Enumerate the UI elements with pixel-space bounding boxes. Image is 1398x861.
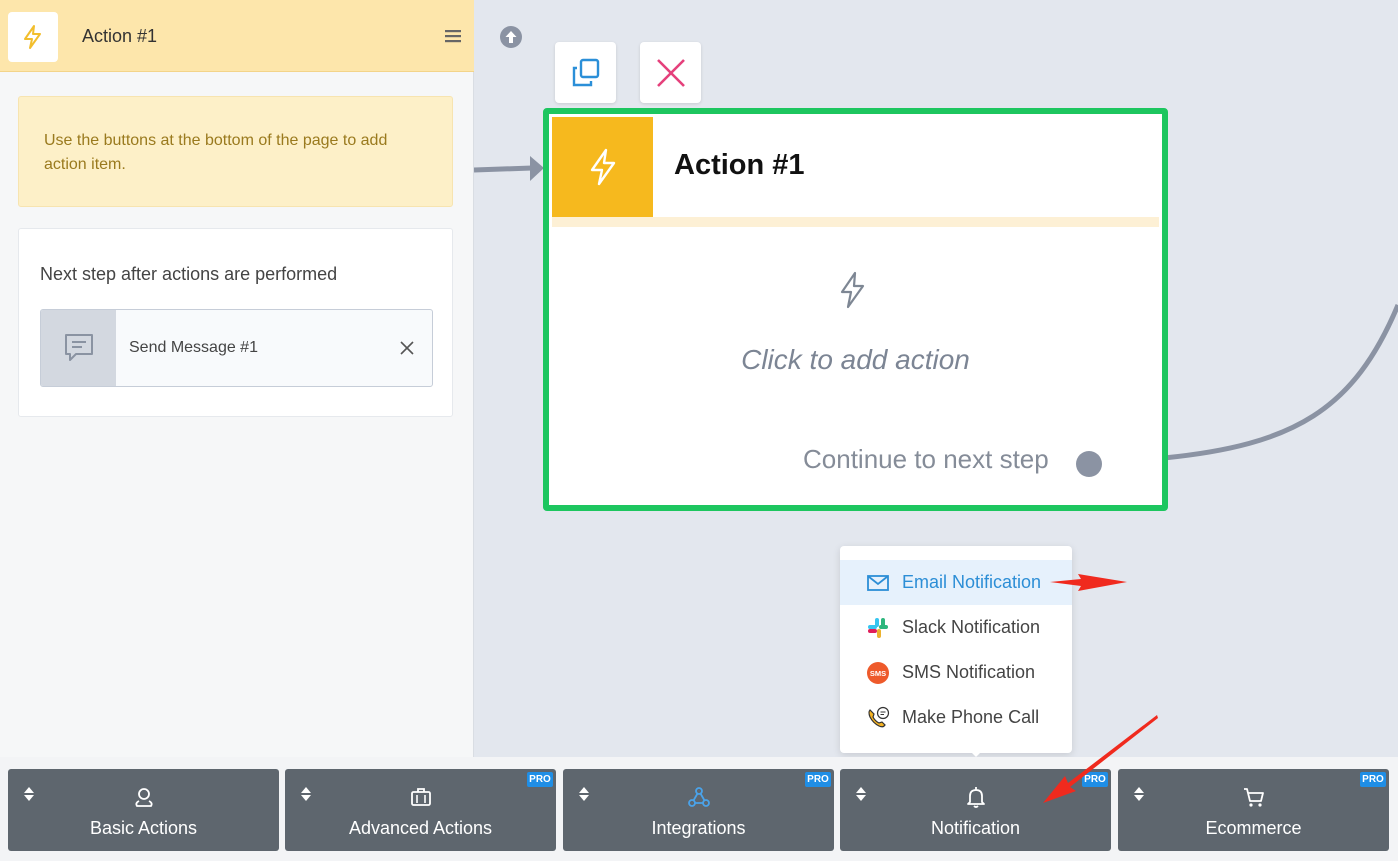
- action-settings-panel: Action #1 Use the buttons at the bottom …: [0, 0, 474, 757]
- panel-title: Action #1: [82, 26, 158, 46]
- sms-icon: SMS: [866, 661, 890, 685]
- menu-item-make-phone-call[interactable]: Make Phone Call: [840, 695, 1072, 740]
- add-action-link[interactable]: Click to add action: [549, 344, 1162, 376]
- menu-icon[interactable]: [444, 27, 462, 45]
- duplicate-button[interactable]: [555, 42, 616, 103]
- notification-button[interactable]: Notification PRO: [840, 769, 1111, 851]
- copy-icon: [572, 58, 599, 86]
- sort-icon: [579, 787, 589, 801]
- arrow-up-circle-icon[interactable]: [499, 25, 523, 49]
- flow-canvas[interactable]: Action #1 Click to add action Continue t…: [474, 0, 1398, 757]
- slack-icon: [866, 616, 890, 640]
- incoming-arrowhead: [530, 156, 544, 181]
- svg-text:SMS: SMS: [870, 669, 886, 678]
- toolbar-button-label: Ecommerce: [1205, 818, 1302, 838]
- action-node-icon-box: [552, 117, 653, 217]
- pro-badge: PRO: [1360, 772, 1386, 787]
- pro-badge: PRO: [527, 772, 553, 787]
- webhook-icon: [687, 787, 710, 807]
- toolbar-button-label: Basic Actions: [89, 818, 198, 838]
- action-node[interactable]: Action #1 Click to add action Continue t…: [543, 108, 1168, 511]
- next-step-item[interactable]: Send Message #1: [40, 309, 433, 387]
- phone-call-icon: [866, 706, 890, 730]
- next-step-card: Next step after actions are performed Se…: [18, 228, 453, 417]
- outgoing-connector: [1163, 304, 1398, 461]
- delete-button[interactable]: [640, 42, 701, 103]
- close-icon: [656, 58, 685, 87]
- action-node-title: Action #1: [674, 149, 805, 181]
- action-toolbar: Basic Actions Advanced Actions PRO Integ…: [0, 757, 1398, 861]
- menu-item-slack-notification[interactable]: Slack Notification: [840, 605, 1072, 650]
- lightning-icon: [24, 25, 41, 49]
- toolbar-button-label: Advanced Actions: [348, 818, 493, 838]
- menu-item-label: Make Phone Call: [902, 707, 1040, 727]
- cart-icon: [1243, 788, 1264, 807]
- briefcase-icon: [410, 788, 431, 806]
- dropdown-pointer: [969, 750, 983, 757]
- advanced-actions-button[interactable]: Advanced Actions PRO: [285, 769, 556, 851]
- toolbar-button-label: Notification: [930, 818, 1021, 838]
- mail-icon: [866, 571, 890, 595]
- basic-actions-button[interactable]: Basic Actions: [8, 769, 279, 851]
- pro-badge: PRO: [1082, 772, 1108, 787]
- sort-icon: [301, 787, 311, 801]
- connector-handle[interactable]: [1076, 451, 1102, 477]
- integrations-button[interactable]: Integrations PRO: [563, 769, 834, 851]
- menu-item-email-notification[interactable]: Email Notification: [840, 560, 1072, 605]
- panel-header: Action #1: [0, 0, 474, 72]
- sort-icon: [24, 787, 34, 801]
- hint-notice: Use the buttons at the bottom of the pag…: [18, 96, 453, 207]
- action-node-header: Action #1: [552, 117, 1159, 217]
- notification-dropdown: Email Notification Slack Notification SM…: [840, 546, 1072, 753]
- continue-label: Continue to next step: [803, 444, 1049, 474]
- location-pin-icon: [134, 788, 153, 807]
- message-icon-box: [41, 310, 116, 386]
- toolbar-button-label: Integrations: [651, 818, 746, 838]
- action-type-icon-box: [8, 12, 58, 62]
- menu-item-sms-notification[interactable]: SMS SMS Notification: [840, 650, 1072, 695]
- lightning-icon: [840, 271, 865, 309]
- menu-item-label: Slack Notification: [902, 617, 1041, 637]
- ecommerce-button[interactable]: Ecommerce PRO: [1118, 769, 1389, 851]
- close-icon[interactable]: [398, 339, 416, 357]
- message-icon: [64, 334, 93, 361]
- lightning-icon: [590, 148, 615, 186]
- menu-item-label: Email Notification: [902, 572, 1042, 592]
- sort-icon: [856, 787, 866, 801]
- header-divider: [552, 217, 1159, 227]
- sort-icon: [1134, 787, 1144, 801]
- next-step-title: Next step after actions are performed: [40, 264, 338, 284]
- next-step-label: Send Message #1: [129, 339, 258, 356]
- incoming-connector: [474, 165, 533, 173]
- pro-badge: PRO: [805, 772, 831, 787]
- menu-item-label: SMS Notification: [902, 662, 1036, 682]
- bell-icon: [966, 787, 985, 808]
